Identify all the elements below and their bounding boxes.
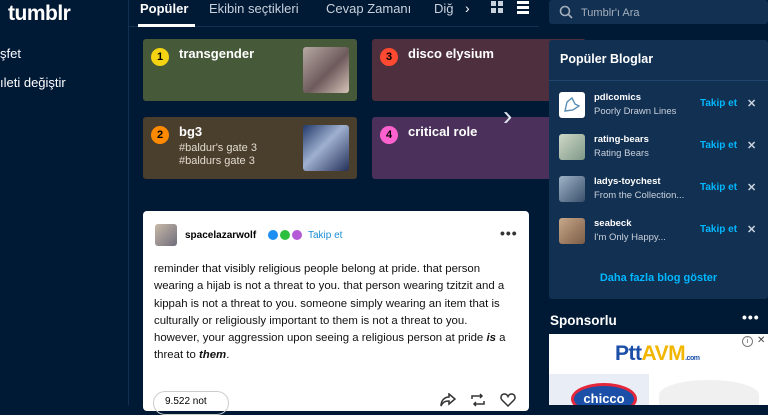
search-bar <box>549 0 768 24</box>
avatar <box>559 134 585 160</box>
blog-description: Rating Bears <box>594 148 649 159</box>
blog-row-rating-bears[interactable]: rating-bears Rating Bears Takip et ✕ <box>549 129 768 165</box>
avatar <box>559 92 585 118</box>
ad-product-logo: chicco <box>571 383 637 405</box>
post-username[interactable]: spacelazarwolf <box>185 230 256 241</box>
explore-tabs: Popüler Ekibin seçtikleri Cevap Zamanı D… <box>129 0 539 27</box>
tab-staff-picks[interactable]: Ekibin seçtikleri <box>209 1 299 16</box>
sidebar-item-change-palette[interactable]: ıleti değiştir <box>0 75 66 90</box>
chevron-right-icon[interactable]: › <box>465 0 470 16</box>
close-icon[interactable]: ✕ <box>747 139 756 152</box>
blog-name: pdlcomics <box>594 92 641 103</box>
rank-badge: 2 <box>151 126 169 144</box>
sparkle-badge-icon <box>292 230 302 240</box>
tag-title: disco elysium <box>408 46 494 61</box>
sidebar-item-explore[interactable]: şfet <box>0 46 21 61</box>
ellipsis-icon[interactable]: ••• <box>500 225 518 241</box>
blog-description: Poorly Drawn Lines <box>594 106 677 117</box>
tag-thumbnail <box>303 47 349 93</box>
tag-title: bg3 <box>179 124 203 139</box>
list-view-icon[interactable] <box>517 1 529 14</box>
blog-description: From the Collection... <box>594 190 685 201</box>
post-body: reminder that visibly religious people b… <box>154 263 506 362</box>
ad-product-image <box>659 380 759 405</box>
blog-row-ladys-toychest[interactable]: ladys-toychest From the Collection... Ta… <box>549 171 768 207</box>
rank-badge: 1 <box>151 48 169 66</box>
check-badge-icon <box>280 230 290 240</box>
tumblr-logo[interactable]: tumblr <box>8 2 71 26</box>
blog-row-pdlcomics[interactable]: pdlcomics Poorly Drawn Lines Takip et ✕ <box>549 87 768 123</box>
tag-card-bg3[interactable]: 2 bg3 #baldur's gate 3 #baldurs gate 3 <box>143 117 357 179</box>
avatar[interactable] <box>155 224 177 246</box>
ad-product-image: chicco <box>549 374 649 405</box>
ad-close-icon[interactable]: ✕ <box>757 335 765 346</box>
ad-info-icon[interactable]: i <box>742 336 753 347</box>
tag-title: critical role <box>408 124 478 139</box>
tab-popular[interactable]: Popüler <box>140 1 188 16</box>
verified-icon <box>268 230 278 240</box>
tag-thumbnail <box>303 125 349 171</box>
blog-name: rating-bears <box>594 134 649 145</box>
close-icon[interactable]: ✕ <box>747 181 756 194</box>
active-tab-indicator <box>138 24 195 27</box>
show-more-blogs-link[interactable]: Daha fazla blog göster <box>549 272 768 284</box>
notes-button[interactable]: 9.522 not <box>153 391 229 415</box>
blog-name: ladys-toychest <box>594 176 661 187</box>
rank-badge: 3 <box>380 48 398 66</box>
avatar <box>559 218 585 244</box>
tag-card-transgender[interactable]: 1 transgender <box>143 39 357 101</box>
follow-button[interactable]: Takip et <box>700 182 737 193</box>
close-icon[interactable]: ✕ <box>747 97 756 110</box>
chevron-right-icon[interactable]: › <box>503 100 512 132</box>
tag-related-1: #baldur's gate 3 <box>179 142 257 154</box>
avatar <box>559 176 585 202</box>
grid-view-icon[interactable] <box>491 1 503 13</box>
follow-link[interactable]: Takip et <box>308 230 342 241</box>
search-input[interactable] <box>579 4 753 22</box>
follow-button[interactable]: Takip et <box>700 140 737 151</box>
blog-description: I'm Only Happy... <box>594 232 666 243</box>
tag-related-2: #baldurs gate 3 <box>179 155 255 167</box>
follow-button[interactable]: Takip et <box>700 224 737 235</box>
ad-logo: PttAVM.com <box>615 342 700 365</box>
panel-title: Popüler Bloglar <box>560 52 654 66</box>
tab-answer-time[interactable]: Cevap Zamanı <box>326 1 411 16</box>
follow-button[interactable]: Takip et <box>700 98 737 109</box>
divider <box>549 80 768 81</box>
left-sidebar: tumblr şfet ıleti değiştir <box>0 0 129 405</box>
tag-title: transgender <box>179 46 255 61</box>
ellipsis-icon[interactable]: ••• <box>742 309 760 325</box>
tab-more[interactable]: Diğ <box>434 1 454 16</box>
sponsored-heading: Sponsorlu <box>550 313 617 328</box>
rank-badge: 4 <box>380 126 398 144</box>
blog-name: seabeck <box>594 218 632 229</box>
post-card: spacelazarwolf Takip et ••• reminder tha… <box>143 211 529 415</box>
search-icon <box>559 5 573 19</box>
close-icon[interactable]: ✕ <box>747 223 756 236</box>
popular-blogs-panel: Popüler Bloglar pdlcomics Poorly Drawn L… <box>549 40 768 299</box>
sponsored-ad[interactable]: i ✕ PttAVM.com chicco <box>549 334 768 405</box>
blog-row-seabeck[interactable]: seabeck I'm Only Happy... Takip et ✕ <box>549 213 768 249</box>
